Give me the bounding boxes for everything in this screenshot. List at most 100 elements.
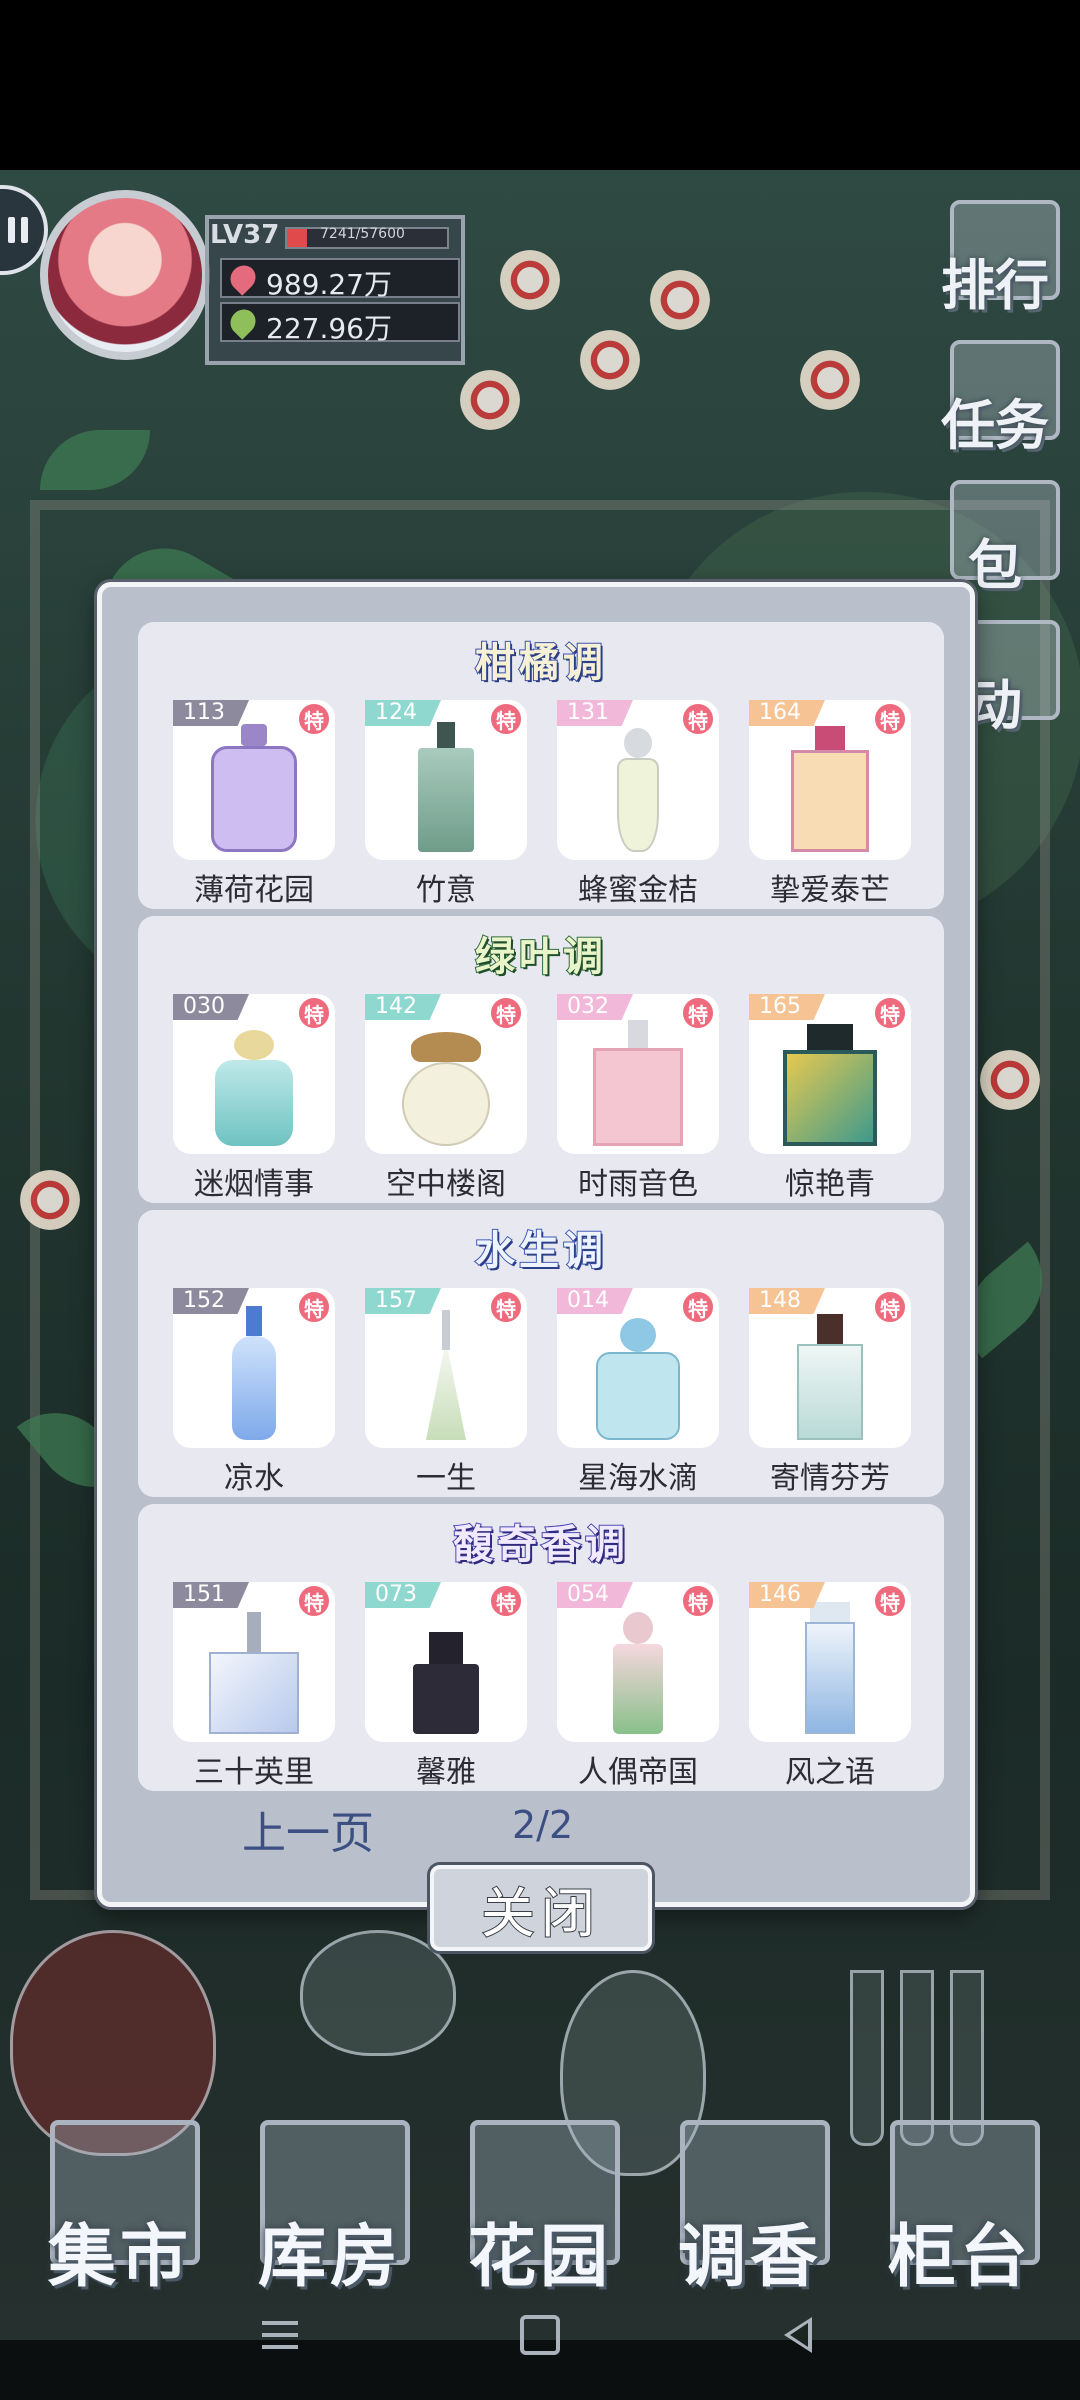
special-badge: 特 [681,996,715,1030]
perfume-card[interactable]: 014 特 星海水滴 [557,1288,719,1496]
perfume-number: 148 [749,1288,825,1314]
side-menu-label: 排行 [941,253,1049,317]
perfume-card[interactable]: 152 特 凉水 [173,1288,335,1496]
perfume-bottle-icon [593,1020,683,1146]
perfume-name: 星海水滴 [578,1461,698,1496]
special-badge: 特 [297,702,331,736]
perfume-card[interactable]: 165 特 惊艳青 [749,994,911,1202]
recent-apps-icon[interactable] [262,2315,302,2355]
perfume-name: 馨雅 [416,1755,476,1790]
perfume-card[interactable]: 146 特 风之语 [749,1582,911,1790]
special-badge: 特 [297,1290,331,1324]
special-badge: 特 [489,1584,523,1618]
perfume-bottle-icon [426,1310,466,1440]
flask-decor [300,1930,456,2056]
perfume-name: 凉水 [224,1461,284,1496]
section-aquatic: 水生调 152 特 凉水 157 特 一生 014 特 星海水滴 148 特 寄… [138,1210,944,1497]
section-green-leaf: 绿叶调 030 特 迷烟情事 142 特 空中楼阁 032 特 时雨音色 165… [138,916,944,1203]
perfume-card[interactable]: 032 特 时雨音色 [557,994,719,1202]
perfume-card[interactable]: 124 特 竹意 [365,700,527,908]
perfume-name: 竹意 [416,873,476,908]
leaf-decor [40,430,150,490]
perfume-card[interactable]: 073 特 馨雅 [365,1582,527,1790]
perfume-collection-dialog: 柑橘调 113 特 薄荷花园 124 特 竹意 131 特 蜂蜜金桔 164 特… [97,582,975,1907]
perfume-name: 空中楼阁 [386,1167,506,1202]
perfume-name: 人偶帝国 [578,1755,698,1790]
leaves-currency: 227.96万 [220,302,460,345]
perfume-number: 151 [173,1582,249,1608]
section-fougere: 馥奇香调 151 特 三十英里 073 特 馨雅 054 特 人偶帝国 146 … [138,1504,944,1791]
perfume-number: 157 [365,1288,441,1314]
special-badge: 特 [681,702,715,736]
perfume-number: 146 [749,1582,825,1608]
perfume-number: 152 [173,1288,249,1314]
perfume-card[interactable]: 142 特 空中楼阁 [365,994,527,1202]
perfume-bottle-icon [805,1602,855,1734]
close-button[interactable]: 关闭 [430,1865,652,1951]
perfume-bottle-icon [791,726,869,852]
perfume-card[interactable]: 148 特 寄情芬芳 [749,1288,911,1496]
perfume-number: 054 [557,1582,633,1608]
section-title: 水生调 [474,1226,607,1275]
perfume-name: 挚爱泰芒 [770,873,890,908]
flower-decor [800,350,860,410]
perfume-bottle-icon [613,1612,663,1734]
page-indicator: 2/2 [512,1803,574,1847]
side-menu-label: 任务 [941,393,1049,457]
perfume-card[interactable]: 030 特 迷烟情事 [173,994,335,1202]
leaf-icon [225,304,261,340]
back-icon[interactable] [780,2315,820,2355]
special-badge: 特 [489,1290,523,1324]
perfume-bottle-icon [418,722,474,852]
exp-bar-fill [287,229,308,247]
perfume-name: 三十英里 [194,1755,314,1790]
player-level: LV37 [210,220,280,250]
perfume-bottle-icon [783,1024,877,1146]
home-icon[interactable] [520,2315,560,2355]
prev-page-button[interactable]: 上一页 [242,1797,374,1861]
perfume-bottle-icon [596,1318,680,1440]
special-badge: 特 [681,1290,715,1324]
hearts-currency: 989.27万 [220,258,460,301]
side-menu-label: 动 [968,673,1022,737]
perfume-number: 073 [365,1582,441,1608]
flower-decor [500,250,560,310]
special-badge: 特 [297,1584,331,1618]
perfume-card[interactable]: 113 特 薄荷花园 [173,700,335,908]
flower-decor [580,330,640,390]
perfume-number: 165 [749,994,825,1020]
perfume-number: 124 [365,700,441,726]
special-badge: 特 [297,996,331,1030]
perfume-number: 131 [557,700,633,726]
flower-decor [650,270,710,330]
perfume-name: 风之语 [785,1755,875,1790]
side-menu-ranking[interactable]: 排行 [910,200,1080,320]
perfume-card[interactable]: 164 特 挚爱泰芒 [749,700,911,908]
flower-decor [980,1050,1040,1110]
profile-panel: LV37 7241/57600 989.27万 227.96万 [40,180,470,370]
side-menu-task[interactable]: 任务 [910,340,1080,460]
perfume-name: 时雨音色 [578,1167,698,1202]
flower-decor [20,1170,80,1230]
perfume-card[interactable]: 157 特 一生 [365,1288,527,1496]
section-title: 绿叶调 [474,932,607,981]
perfume-card[interactable]: 054 特 人偶帝国 [557,1582,719,1790]
perfume-bottle-icon [402,1032,490,1146]
perfume-name: 薄荷花园 [194,873,314,908]
hearts-value: 989.27万 [266,268,392,301]
perfume-number: 014 [557,1288,633,1314]
special-badge: 特 [873,1584,907,1618]
perfume-card[interactable]: 151 特 三十英里 [173,1582,335,1790]
perfume-name: 一生 [416,1461,476,1496]
perfume-name: 迷烟情事 [194,1167,314,1202]
perfume-bottle-icon [617,728,659,852]
flower-decor [460,370,520,430]
perfume-name: 蜂蜜金桔 [578,873,698,908]
section-title: 馥奇香调 [452,1520,629,1569]
special-badge: 特 [873,1290,907,1324]
avatar[interactable] [40,190,210,360]
section-title: 柑橘调 [474,638,607,687]
system-nav-bar [0,2275,1080,2400]
perfume-bottle-icon [413,1632,479,1734]
perfume-card[interactable]: 131 特 蜂蜜金桔 [557,700,719,908]
